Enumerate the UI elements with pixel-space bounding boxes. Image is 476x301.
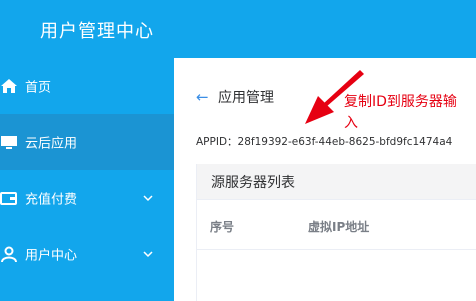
column-header-index: 序号 xyxy=(210,220,235,234)
annotation-text: 复制ID到服务器输入 xyxy=(344,94,457,131)
chevron-down-icon xyxy=(143,251,153,258)
server-list-panel: 源服务器列表 序号 虚拟IP地址 xyxy=(196,164,476,301)
table-header: 序号 虚拟IP地址 xyxy=(197,200,476,250)
back-arrow-icon[interactable]: ← xyxy=(196,88,209,106)
sidebar-item-label: 云后应用 xyxy=(25,136,78,152)
app-title: 用户管理中心 xyxy=(40,21,154,42)
top-header: 用户管理中心 xyxy=(0,0,476,58)
main-content: ← 应用管理 复制ID到服务器输入 APPID：28f19392-e63f-44… xyxy=(174,58,476,301)
sidebar-item-cloud-apps[interactable]: 云后应用 xyxy=(0,114,174,170)
panel-header: 源服务器列表 xyxy=(197,164,476,200)
sidebar-item-label: 用户中心 xyxy=(25,248,78,264)
page-title: 应用管理 xyxy=(218,90,274,106)
sidebar-item-label: 首页 xyxy=(25,80,52,96)
table-body xyxy=(197,251,476,301)
sidebar-item-home[interactable]: 首页 xyxy=(0,58,174,114)
appid-text: APPID：28f19392-e63f-44eb-8625-bfd9fc1474… xyxy=(196,136,453,148)
app-window: 用户管理中心 首页 云后应用 充值付费 用户中心 ← 应用管理 复制ID到服务器… xyxy=(0,0,476,301)
sidebar-item-user-center[interactable]: 用户中心 xyxy=(0,226,174,282)
sidebar-item-label: 充值付费 xyxy=(25,192,78,208)
wallet-icon xyxy=(0,192,17,205)
monitor-icon xyxy=(1,136,17,149)
home-icon xyxy=(1,79,17,93)
column-header-virtual-ip: 虚拟IP地址 xyxy=(308,220,370,234)
sidebar-item-recharge[interactable]: 充值付费 xyxy=(0,170,174,226)
user-icon xyxy=(1,246,17,263)
chevron-down-icon xyxy=(143,195,153,202)
panel-title: 源服务器列表 xyxy=(211,175,295,191)
sidebar: 首页 云后应用 充值付费 用户中心 xyxy=(0,58,174,301)
